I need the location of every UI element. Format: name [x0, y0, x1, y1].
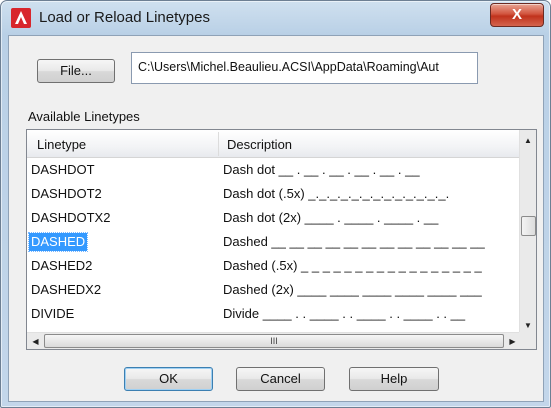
linetype-name: DASHDOT2	[31, 186, 102, 201]
vertical-scroll-thumb[interactable]	[521, 216, 536, 236]
linetype-list[interactable]: Linetype Description DASHDOT Dash dot __…	[26, 129, 537, 350]
list-row[interactable]: DASHEDX2 Dashed (2x) ____ ____ ____ ____…	[27, 278, 521, 302]
list-row[interactable]: DASHDOTX2 Dash dot (2x) ____ . ____ . __…	[27, 206, 521, 230]
linetype-description: Dash dot __ . __ . __ . __ . __ . __	[223, 162, 420, 177]
horizontal-scrollbar[interactable]: ◀ III ▶	[27, 332, 521, 349]
linetype-name: DIVIDE	[31, 306, 75, 321]
linetype-name: DASHDOT	[31, 162, 95, 177]
available-linetypes-label: Available Linetypes	[28, 109, 140, 124]
vertical-scrollbar[interactable]: ▲ ▼	[519, 130, 536, 334]
file-button[interactable]: File...	[37, 59, 115, 83]
close-button[interactable]: X	[490, 3, 544, 27]
grip-icon: III	[270, 336, 278, 346]
up-arrow-icon[interactable]: ▲	[520, 132, 536, 149]
linetype-description: Dashed (2x) ____ ____ ____ ____ ____ ___	[223, 282, 482, 297]
column-header-description[interactable]: Description	[227, 137, 292, 152]
list-row[interactable]: DASHDOT2 Dash dot (.5x) _._._._._._._._.…	[27, 182, 521, 206]
title-bar[interactable]: Load or Reload Linetypes X	[1, 1, 550, 35]
file-path-field[interactable]: C:\Users\Michel.Beaulieu.ACSI\AppData\Ro…	[131, 52, 478, 84]
ok-button[interactable]: OK	[124, 367, 213, 391]
close-icon: X	[511, 6, 522, 23]
list-row-selected[interactable]: DASHED Dashed __ __ __ __ __ __ __ __ __…	[27, 230, 521, 254]
linetype-description: Dash dot (.5x) _._._._._._._._._._._._._…	[223, 186, 450, 201]
cancel-button[interactable]: Cancel	[236, 367, 325, 391]
list-header: Linetype Description	[27, 130, 521, 158]
linetype-description: Dash dot (2x) ____ . ____ . ____ . __	[223, 210, 439, 225]
list-rows: DASHDOT Dash dot __ . __ . __ . __ . __ …	[27, 158, 521, 326]
list-row[interactable]: DASHDOT Dash dot __ . __ . __ . __ . __ …	[27, 158, 521, 182]
column-divider[interactable]	[218, 132, 219, 156]
dialog-window: Load or Reload Linetypes X File... C:\Us…	[0, 0, 551, 408]
linetype-name: DASHDOTX2	[31, 210, 111, 225]
scroll-corner	[519, 332, 536, 349]
dialog-body: File... C:\Users\Michel.Beaulieu.ACSI\Ap…	[8, 35, 544, 402]
autocad-icon	[11, 8, 31, 28]
horizontal-scroll-thumb[interactable]: III	[44, 334, 504, 348]
column-header-linetype[interactable]: Linetype	[37, 137, 86, 152]
list-row[interactable]: DASHED2 Dashed (.5x) _ _ _ _ _ _ _ _ _ _…	[27, 254, 521, 278]
dialog-title: Load or Reload Linetypes	[39, 9, 210, 26]
linetype-description: Divide ____ . . ____ . . ____ . . ____ .…	[223, 306, 466, 321]
help-button[interactable]: Help	[349, 367, 439, 391]
linetype-description: Dashed __ __ __ __ __ __ __ __ __ __ __ …	[223, 234, 485, 249]
linetype-name: DASHED2	[31, 258, 93, 273]
linetype-name: DASHED	[27, 232, 89, 252]
left-arrow-icon[interactable]: ◀	[27, 333, 44, 349]
list-row[interactable]: DIVIDE Divide ____ . . ____ . . ____ . .…	[27, 302, 521, 326]
linetype-name: DASHEDX2	[31, 282, 102, 297]
linetype-description: Dashed (.5x) _ _ _ _ _ _ _ _ _ _ _ _ _ _…	[223, 258, 482, 273]
